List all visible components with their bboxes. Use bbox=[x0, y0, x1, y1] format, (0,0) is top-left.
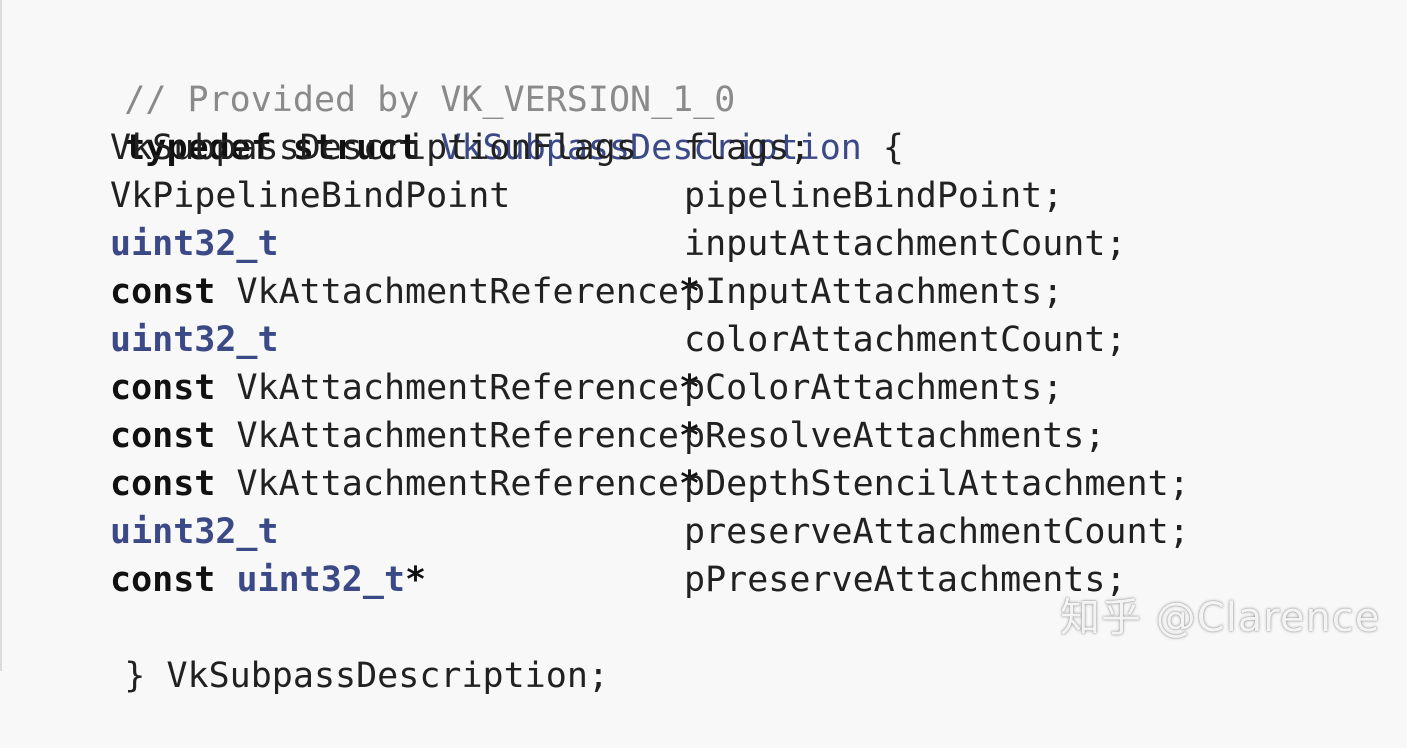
member-type: VkPipelineBindPoint bbox=[110, 176, 511, 216]
member-name: inputAttachmentCount; bbox=[684, 224, 1127, 264]
struct-member-line: const uint32_t* pPreserveAttachments; bbox=[40, 556, 1127, 604]
member-name: pResolveAttachments; bbox=[684, 416, 1106, 456]
member-type: VkAttachmentReference bbox=[236, 272, 679, 312]
member-type: VkAttachmentReference bbox=[236, 416, 679, 456]
code-block: // Provided by VK_VERSION_1_0 typedef st… bbox=[0, 0, 1407, 696]
struct-member-line: const VkAttachmentReference* pDepthStenci… bbox=[40, 460, 1190, 508]
open-brace: { bbox=[882, 128, 904, 168]
close-brace: } bbox=[124, 656, 146, 696]
code-comment-line: // Provided by VK_VERSION_1_0 bbox=[40, 28, 735, 120]
member-type[interactable]: uint32_t bbox=[110, 224, 279, 264]
member-name: flags; bbox=[684, 128, 811, 168]
member-type[interactable]: uint32_t bbox=[110, 512, 279, 552]
member-type[interactable]: uint32_t bbox=[236, 560, 405, 600]
struct-member-line: uint32_t preserveAttachmentCount; bbox=[40, 508, 1190, 556]
member-qualifier: const bbox=[110, 464, 216, 504]
struct-header-line: typedef struct VkSubpassDescription { bbox=[40, 76, 904, 168]
struct-member-line: const VkAttachmentReference* pColorAttach… bbox=[40, 364, 1063, 412]
member-type[interactable]: uint32_t bbox=[110, 320, 279, 360]
struct-member-line: const VkAttachmentReference* pInputAttach… bbox=[40, 268, 1063, 316]
member-qualifier: const bbox=[110, 368, 216, 408]
member-qualifier: const bbox=[110, 416, 216, 456]
struct-member-line: const VkAttachmentReference* pResolveAtta… bbox=[40, 412, 1105, 460]
struct-member-line: uint32_t colorAttachmentCount; bbox=[40, 316, 1127, 364]
struct-footer-line: } VkSubpassDescription; bbox=[40, 604, 609, 696]
member-name: pipelineBindPoint; bbox=[684, 176, 1064, 216]
member-type: VkSubpassDescriptionFlags bbox=[110, 128, 637, 168]
watermark: 知乎 @Clarence bbox=[1060, 595, 1381, 641]
member-name: pDepthStencilAttachment; bbox=[684, 464, 1190, 504]
member-type: VkAttachmentReference bbox=[236, 464, 679, 504]
struct-member-line: VkPipelineBindPoint pipelineBindPoint; bbox=[40, 172, 1063, 220]
member-qualifier: const bbox=[110, 560, 216, 600]
member-type: VkAttachmentReference bbox=[236, 368, 679, 408]
member-name: colorAttachmentCount; bbox=[684, 320, 1127, 360]
member-pointer: * bbox=[405, 560, 427, 600]
struct-member-line: VkSubpassDescriptionFlags flags; bbox=[40, 124, 810, 172]
struct-typedef-name: VkSubpassDescription; bbox=[166, 656, 609, 696]
member-name: preserveAttachmentCount; bbox=[684, 512, 1190, 552]
member-qualifier: const bbox=[110, 272, 216, 312]
member-name: pInputAttachments; bbox=[684, 272, 1064, 312]
struct-member-line: uint32_t inputAttachmentCount; bbox=[40, 220, 1127, 268]
member-name: pColorAttachments; bbox=[684, 368, 1064, 408]
